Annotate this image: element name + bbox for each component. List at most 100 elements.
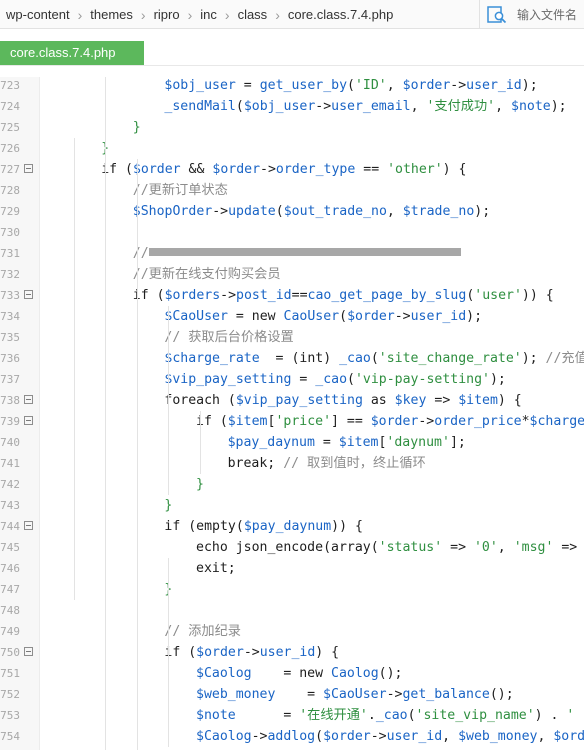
code-line: 732 //更新在线支付购买会员	[0, 264, 584, 285]
code-text[interactable]: $obj_user = get_user_by('ID', $order->us…	[164, 77, 537, 96]
code-token: new	[251, 309, 276, 324]
code-token: =	[291, 372, 316, 387]
line-number: 723	[0, 79, 20, 92]
code-line: 723 $obj_user = get_user_by('ID', $order-…	[0, 77, 584, 96]
code-text[interactable]: echo json_encode(array('status' => '0', …	[196, 537, 584, 558]
code-text[interactable]: foreach ($vip_pay_setting as $key => $it…	[164, 390, 521, 411]
code-text[interactable]: //更新订单状态	[133, 180, 228, 201]
code-line: 735 // 获取后台价格设置	[0, 327, 584, 348]
code-text[interactable]: $Caolog->addlog($order->user_id, $web_mo…	[196, 726, 584, 747]
code-line: 747}	[0, 579, 584, 600]
indent-guide	[168, 306, 170, 495]
code-line: 733 if ($orders->post_id==cao_get_page_by…	[0, 285, 584, 306]
code-token: );	[521, 351, 546, 366]
code-text[interactable]: if ($orders->post_id==cao_get_page_by_sl…	[133, 285, 554, 306]
fold-toggle-icon[interactable]	[24, 416, 33, 425]
line-number: 750	[0, 646, 20, 659]
fold-toggle-icon[interactable]	[24, 647, 33, 656]
code-token: ;	[227, 561, 236, 576]
code-token: user_id	[386, 729, 443, 744]
code-token: 'ID'	[354, 78, 387, 93]
line-number: 741	[0, 457, 20, 470]
code-token: get_balance	[402, 687, 490, 702]
code-text[interactable]: //	[133, 243, 461, 264]
code-token: (	[347, 78, 355, 93]
code-text[interactable]: $web_money = $CaoUser->get_balance();	[196, 684, 514, 705]
code-line: 730	[0, 222, 584, 243]
code-token: (	[339, 309, 348, 324]
code-token: _cao	[375, 708, 408, 723]
code-text[interactable]: if (empty($pay_daynum)) {	[164, 516, 363, 537]
fold-toggle-icon[interactable]	[24, 290, 33, 299]
code-token: // 获取后台价格设置	[164, 330, 294, 345]
code-text[interactable]: if ($order->user_id) {	[164, 642, 339, 663]
code-token: =	[235, 708, 300, 723]
code-token: ,	[386, 78, 403, 93]
code-text[interactable]: // 获取后台价格设置	[164, 327, 293, 348]
breadcrumb-item[interactable]: wp-content	[6, 7, 70, 22]
code-token: if	[132, 288, 149, 303]
code-text[interactable]: if ($item['price'] == $order->order_pric…	[196, 411, 584, 432]
code-token: (	[211, 414, 228, 429]
code-text[interactable]: break; // 取到值时，终止循环	[228, 453, 426, 474]
redacted-bar	[148, 248, 461, 256]
code-editor[interactable]: 723 $obj_user = get_user_by('ID', $order-…	[0, 77, 584, 750]
code-text[interactable]: exit;	[196, 558, 236, 579]
code-token: $charge_rate	[164, 351, 260, 366]
code-text[interactable]: //更新在线支付购买会员	[133, 264, 281, 285]
code-text[interactable]: $ShopOrder->update($out_trade_no, $trade…	[133, 201, 490, 222]
code-token: (	[180, 519, 197, 534]
fold-toggle-icon[interactable]	[24, 395, 33, 404]
code-text[interactable]: $charge_rate = (int) _cao('site_change_r…	[164, 348, 584, 369]
line-number: 730	[0, 226, 20, 239]
breadcrumb-item-current[interactable]: core.class.7.4.php	[288, 7, 394, 22]
code-token: '	[558, 708, 575, 723]
code-line: 749 // 添加纪录	[0, 621, 584, 642]
code-text[interactable]: }	[196, 474, 204, 495]
code-token: =	[235, 78, 260, 93]
code-token: ) {	[442, 162, 467, 177]
line-number: 729	[0, 205, 20, 218]
code-token: ->	[243, 645, 260, 660]
code-token: *	[521, 414, 530, 429]
code-token: }	[164, 498, 173, 513]
code-text[interactable]: if ($order && $order->order_type == 'oth…	[101, 159, 466, 180]
breadcrumb-bar: wp-content themes ripro inc class core.c…	[0, 0, 584, 29]
code-token: // 取到值时，终止循环	[283, 456, 426, 471]
code-text[interactable]: _sendMail($obj_user->user_email, '支付成功',…	[164, 96, 566, 117]
tab-core-class-7-4-php[interactable]: core.class.7.4.php	[0, 41, 144, 65]
breadcrumb-item[interactable]: class	[238, 7, 268, 22]
code-text[interactable]: }	[133, 117, 141, 138]
code-text[interactable]: }	[164, 495, 172, 516]
code-token: )) {	[521, 288, 554, 303]
code-token: $note	[196, 708, 236, 723]
code-token: '支付成功'	[426, 99, 496, 114]
fold-toggle-icon[interactable]	[24, 521, 33, 530]
breadcrumb-item[interactable]: inc	[200, 7, 217, 22]
code-token: update	[228, 204, 276, 219]
code-token: );	[474, 204, 491, 219]
code-text[interactable]: $Caolog = new Caolog();	[196, 663, 402, 684]
code-token: &&	[180, 162, 213, 177]
code-token: (	[347, 372, 355, 387]
code-text[interactable]: $note = '在线开通'._cao('site_vip_name') . '	[196, 705, 574, 726]
goto-file-input[interactable]: 输入文件名	[479, 0, 584, 29]
fold-toggle-icon[interactable]	[24, 164, 33, 173]
code-token: order_price	[434, 414, 522, 429]
editor-tab-bar: core.class.7.4.php	[0, 29, 584, 77]
breadcrumb-item[interactable]: ripro	[154, 7, 180, 22]
code-token: post_id	[236, 288, 292, 303]
code-line: 754 $Caolog->addlog($order->user_id, $web…	[0, 726, 584, 747]
line-number: 737	[0, 373, 20, 386]
code-token: user_email	[331, 99, 411, 114]
code-text[interactable]: $vip_pay_setting = _cao('vip-pay-setting…	[164, 369, 505, 390]
breadcrumb-item[interactable]: themes	[90, 7, 133, 22]
code-token: exit	[196, 561, 228, 576]
indent-guide	[136, 159, 138, 750]
line-number: 731	[0, 247, 20, 260]
code-text[interactable]: $pay_daynum = $item['daynum'];	[228, 432, 466, 453]
code-token: $orders	[164, 288, 221, 303]
code-text[interactable]: // 添加纪录	[164, 621, 241, 642]
code-text[interactable]: $CaoUser = new CaoUser($order->user_id);	[164, 306, 482, 327]
